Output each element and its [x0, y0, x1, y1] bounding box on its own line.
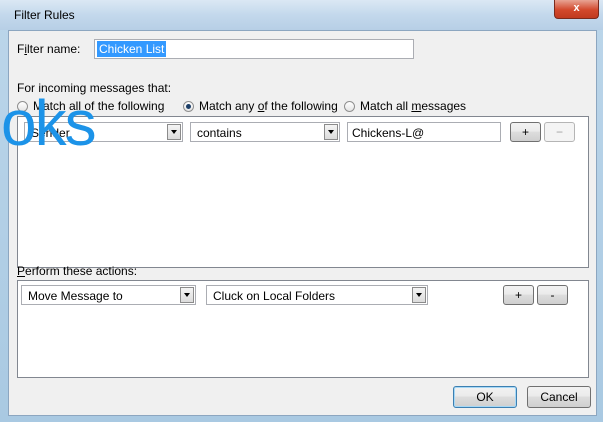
- close-button[interactable]: x: [554, 0, 599, 19]
- action-target-select[interactable]: Cluck on Local Folders: [206, 285, 428, 305]
- rule-field-select[interactable]: Sender: [24, 122, 183, 142]
- title-bar[interactable]: Filter Rules x: [0, 0, 603, 30]
- match-any-label[interactable]: Match any of the following: [199, 99, 338, 113]
- rule-field-value: Sender: [31, 126, 70, 140]
- remove-rule-button[interactable]: −: [544, 122, 575, 142]
- rule-value-text: Chickens-L@: [352, 126, 425, 140]
- match-all-messages-radio[interactable]: [344, 101, 355, 112]
- rule-value-input[interactable]: Chickens-L@: [347, 122, 501, 142]
- ok-button[interactable]: OK: [453, 386, 517, 408]
- filter-rules-window: Filter Rules x Filter name: Chicken List…: [0, 0, 603, 422]
- action-type-select[interactable]: Move Message to: [21, 285, 196, 305]
- match-any-radio[interactable]: [183, 101, 194, 112]
- action-type-value: Move Message to: [28, 289, 123, 303]
- filter-name-label: Filter name:: [17, 42, 81, 56]
- match-all-radio[interactable]: [17, 101, 28, 112]
- add-rule-button[interactable]: +: [510, 122, 541, 142]
- filter-name-input[interactable]: Chicken List: [94, 39, 414, 59]
- incoming-messages-label: For incoming messages that:: [17, 81, 172, 95]
- add-action-button[interactable]: +: [503, 285, 534, 305]
- rules-list[interactable]: Sender contains Chickens-L@ + −: [17, 116, 589, 268]
- match-all-messages-label[interactable]: Match all messages: [360, 99, 466, 113]
- filter-name-value: Chicken List: [97, 41, 167, 57]
- chevron-down-icon[interactable]: [167, 124, 181, 140]
- chevron-down-icon[interactable]: [324, 124, 338, 140]
- dialog-body: Filter name: Chicken List For incoming m…: [1, 30, 597, 416]
- window-title: Filter Rules: [14, 8, 75, 22]
- match-all-label[interactable]: Match all of the following: [33, 99, 164, 113]
- remove-action-button[interactable]: -: [537, 285, 568, 305]
- chevron-down-icon[interactable]: [412, 287, 426, 303]
- action-target-value: Cluck on Local Folders: [213, 289, 336, 303]
- perform-actions-label: Perform these actions:: [17, 264, 138, 278]
- cancel-button[interactable]: Cancel: [527, 386, 591, 408]
- rule-operator-select[interactable]: contains: [190, 122, 340, 142]
- chevron-down-icon[interactable]: [180, 287, 194, 303]
- actions-list[interactable]: Move Message to Cluck on Local Folders +…: [17, 280, 589, 378]
- rule-operator-value: contains: [197, 126, 242, 140]
